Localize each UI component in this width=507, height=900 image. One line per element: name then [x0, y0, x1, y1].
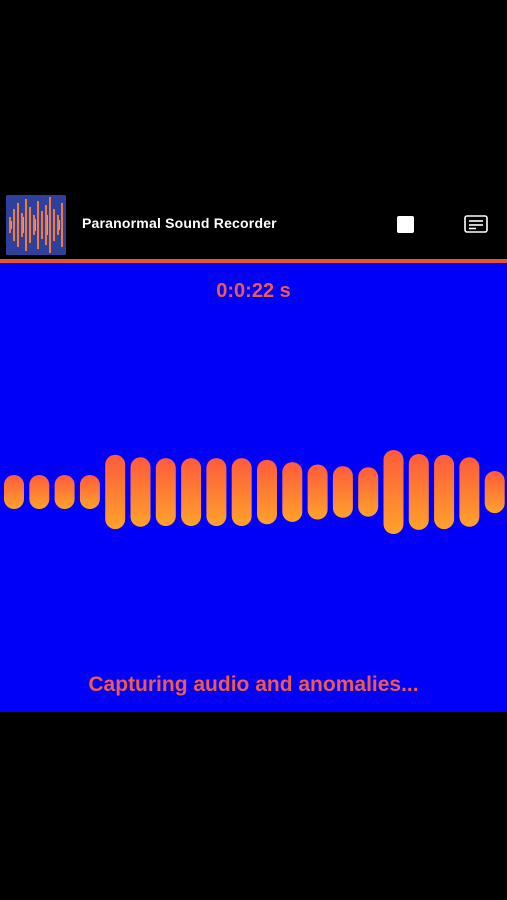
- app-header: Paranormal Sound Recorder: [0, 185, 507, 260]
- waveform-bar: [4, 475, 24, 509]
- waveform-bar: [130, 457, 151, 527]
- waveform-bar: [79, 475, 100, 509]
- waveform-bar: [484, 471, 505, 514]
- menu-list-icon[interactable]: [464, 215, 488, 233]
- bottom-letterbox: [0, 712, 507, 900]
- waveform-bar: [383, 450, 404, 534]
- waveform-bar: [408, 454, 429, 530]
- stop-icon[interactable]: [397, 216, 414, 233]
- waveform-bar: [105, 454, 126, 530]
- waveform-bar: [181, 458, 202, 526]
- recorder-panel: 0:0:22 s Capturing audio and anomalies..…: [0, 263, 507, 712]
- waveform-bar: [155, 458, 176, 526]
- waveform-bar: [307, 464, 328, 520]
- waveform-bar: [206, 458, 227, 526]
- waveform-bar: [257, 459, 277, 525]
- waveform-bar: [282, 462, 303, 522]
- recording-status: Capturing audio and anomalies...: [88, 673, 419, 696]
- waveform-bar: [434, 454, 455, 530]
- waveform-bar: [54, 475, 75, 509]
- app-title: Paranormal Sound Recorder: [82, 215, 277, 231]
- waveform-bar: [231, 458, 252, 526]
- waveform-bar: [29, 475, 50, 509]
- top-letterbox: [0, 0, 507, 185]
- waveform-thumbnail-icon: [6, 195, 66, 255]
- waveform-bar: [459, 457, 480, 527]
- audio-waveform: [4, 450, 505, 534]
- waveform-bar: [358, 467, 379, 517]
- waveform-bar: [332, 466, 353, 518]
